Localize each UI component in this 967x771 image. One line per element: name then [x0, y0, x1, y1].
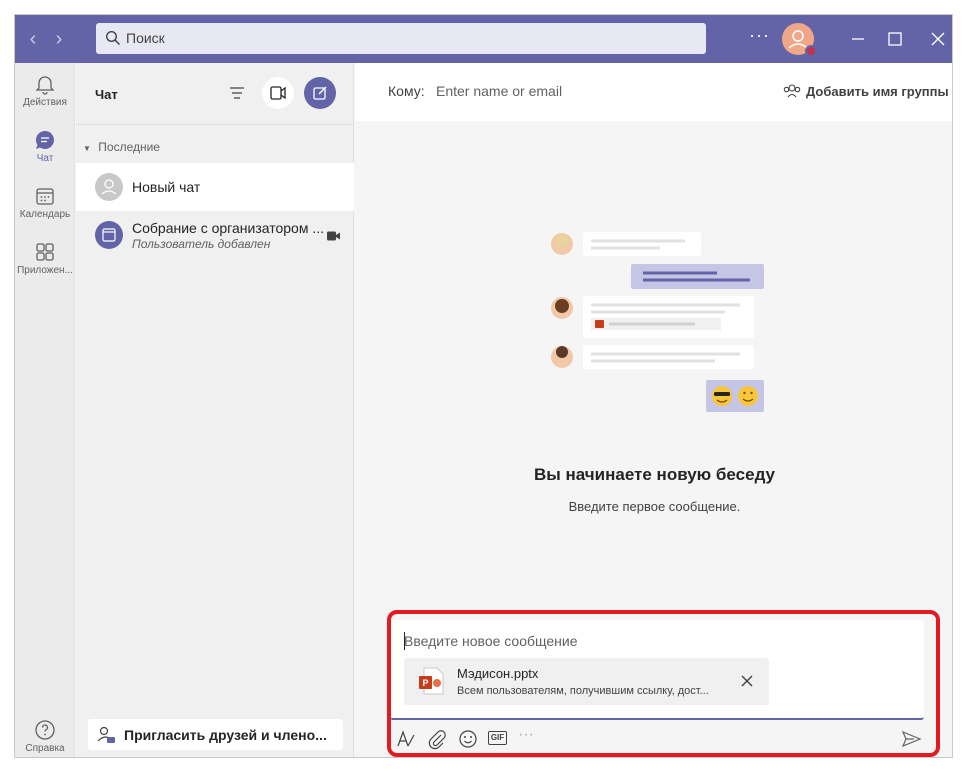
- rail-item-label: Приложен...: [17, 265, 73, 276]
- search-input[interactable]: Поиск: [96, 23, 706, 54]
- invite-friends-button[interactable]: Пригласить друзей и члено...: [88, 719, 343, 750]
- rail-item-chat[interactable]: Чат: [15, 129, 75, 164]
- search-placeholder: Поиск: [126, 30, 165, 46]
- emoji-icon[interactable]: [457, 728, 479, 750]
- to-label: Кому:: [388, 83, 425, 99]
- minimize-icon[interactable]: [846, 27, 870, 51]
- more-options-button[interactable]: ···: [749, 25, 770, 46]
- back-arrow-icon[interactable]: ‹: [21, 27, 45, 51]
- recipient-input[interactable]: Enter name or email: [436, 83, 562, 99]
- conversation-pane: Кому: Enter name or email Добавить имя г…: [355, 63, 952, 757]
- divider: [76, 124, 354, 125]
- calendar-icon: [36, 188, 54, 205]
- close-icon[interactable]: [926, 27, 950, 51]
- calendar-icon: [102, 228, 116, 242]
- compose-toolbar: GIF ···: [390, 726, 924, 752]
- meet-now-icon[interactable]: [262, 77, 294, 109]
- attachment-name: Мэдисон.pptx: [457, 666, 539, 681]
- invite-label: Пригласить друзей и члено...: [124, 727, 327, 743]
- forward-arrow-icon[interactable]: ›: [47, 27, 71, 51]
- app-rail: Действия Чат Календарь Приложен... Справ…: [15, 63, 75, 757]
- more-options-icon[interactable]: ···: [518, 726, 540, 748]
- title-bar: ‹ › Поиск ···: [15, 15, 952, 63]
- rail-item-calendar[interactable]: Календарь: [15, 185, 75, 220]
- people-icon: [783, 84, 801, 98]
- rail-item-label: Чат: [36, 153, 54, 164]
- help-icon: [35, 720, 55, 740]
- rail-item-label: Действия: [23, 97, 67, 108]
- video-camera-icon: [327, 231, 340, 241]
- empty-state-heading: Вы начинаете новую беседу: [533, 465, 776, 484]
- add-group-name-button[interactable]: Добавить имя группы: [783, 83, 949, 99]
- avatar: [95, 221, 123, 249]
- recipient-bar: Кому: Enter name or email Добавить имя г…: [355, 63, 952, 121]
- send-icon[interactable]: [900, 728, 922, 750]
- rail-item-activity[interactable]: Действия: [15, 73, 75, 108]
- chat-item-name: Собрание с организатором ...: [132, 220, 325, 236]
- rail-item-label: Справка: [25, 743, 65, 754]
- chat-item-name: Новый чат: [132, 179, 201, 195]
- rail-item-label: Календарь: [19, 209, 71, 220]
- gif-label: GIF: [488, 731, 507, 745]
- format-icon[interactable]: [395, 728, 417, 750]
- message-compose-box[interactable]: Введите новое сообщение P Мэдисон.pptx В…: [390, 620, 924, 720]
- chat-list-pane: Чат ▼ Последние Новый чат Собрание с орг…: [76, 63, 354, 757]
- chat-item-new[interactable]: Новый чат: [76, 163, 354, 211]
- invite-user-icon: [97, 726, 115, 743]
- chat-item-meeting[interactable]: Собрание с организатором ... Пользовател…: [76, 211, 354, 259]
- apps-icon: [36, 243, 54, 261]
- filter-icon[interactable]: [221, 77, 253, 109]
- chevron-down-icon: ▼: [83, 144, 91, 153]
- profile-avatar[interactable]: [782, 23, 817, 57]
- chat-list-title: Чат: [95, 87, 118, 102]
- maximize-icon[interactable]: [883, 27, 907, 51]
- gif-button[interactable]: GIF: [488, 728, 510, 750]
- rail-item-apps[interactable]: Приложен...: [15, 241, 75, 276]
- new-conversation-illustration: [551, 232, 764, 412]
- search-icon: [105, 30, 121, 46]
- empty-state-subheading: Введите первое сообщение.: [568, 499, 741, 514]
- add-group-label: Добавить имя группы: [806, 84, 949, 99]
- svg-text:P: P: [422, 678, 428, 688]
- chat-item-subtitle: Пользователь добавлен: [132, 237, 271, 251]
- section-recent[interactable]: ▼ Последние: [83, 140, 160, 154]
- paperclip-icon[interactable]: [426, 728, 448, 750]
- text-caret: [404, 632, 405, 650]
- new-chat-icon[interactable]: [304, 77, 336, 109]
- remove-attachment-icon[interactable]: [738, 672, 756, 690]
- status-badge: [805, 45, 817, 57]
- avatar: [95, 173, 123, 201]
- attachment-description: Всем пользователям, получившим ссылку, д…: [457, 685, 709, 697]
- attachment-card[interactable]: P Мэдисон.pptx Всем пользователям, получ…: [404, 658, 769, 705]
- powerpoint-file-icon: P: [419, 667, 444, 695]
- section-label: Последние: [98, 140, 160, 154]
- chat-icon: [35, 130, 54, 149]
- teams-window: ‹ › Поиск ··· Действия Чат Календарь При…: [14, 14, 953, 758]
- message-input[interactable]: Введите новое сообщение: [404, 633, 578, 649]
- bell-icon: [35, 76, 55, 95]
- rail-item-help[interactable]: Справка: [15, 719, 75, 754]
- user-icon: [101, 179, 117, 195]
